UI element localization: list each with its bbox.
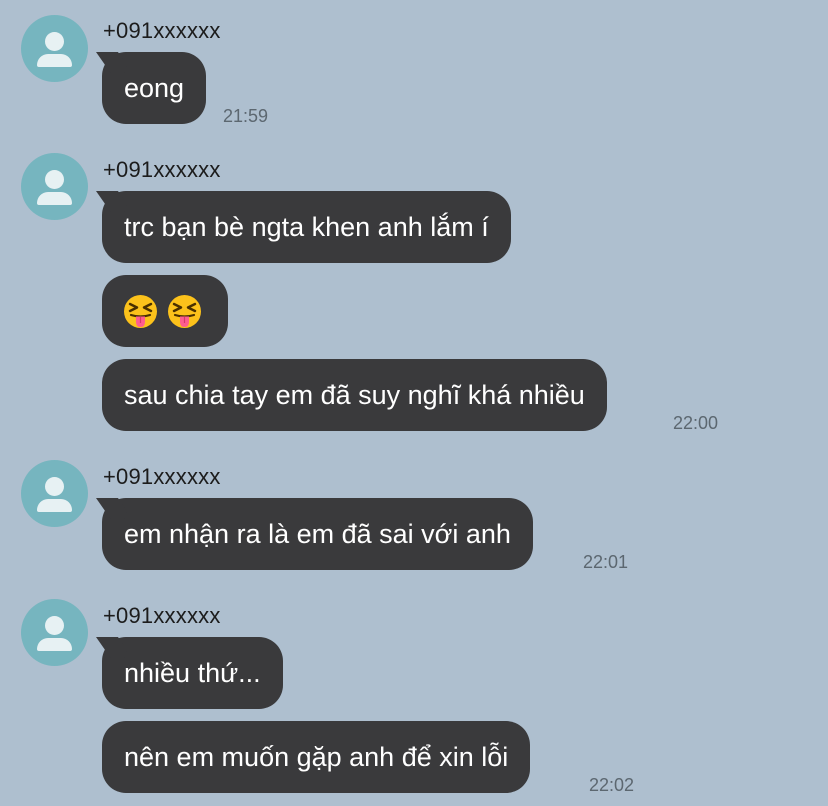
avatar[interactable]: [21, 153, 88, 220]
message-bubble[interactable]: trc bạn bè ngta khen anh lắm í: [102, 191, 511, 263]
squinting-face-with-tongue-icon: [123, 294, 158, 329]
message-bubble[interactable]: sau chia tay em đã suy nghĩ khá nhiều: [102, 359, 607, 431]
message-time: 22:00: [673, 413, 719, 433]
message-bubble[interactable]: nên em muốn gặp anh để xin lỗi: [102, 721, 531, 793]
message-bubble[interactable]: nhiều thứ...: [102, 637, 283, 709]
sender-name: +091xxxxxx: [103, 603, 221, 628]
squinting-face-with-tongue-icon: [167, 294, 202, 329]
message-bubble[interactable]: em nhận ra là em đã sai với anh: [102, 498, 533, 570]
message-bubble[interactable]: eong: [102, 52, 207, 124]
sender-name: +091xxxxxx: [103, 157, 221, 182]
avatar[interactable]: [21, 15, 88, 82]
message-time: 21:59: [223, 106, 269, 126]
avatar-person-icon: [45, 616, 64, 635]
emoji-message-bubble[interactable]: [102, 275, 228, 347]
avatar-person-icon: [45, 32, 64, 51]
chat-thread: +091xxxxxx eong 21:59 +091xxxxxx trc bạn…: [0, 0, 828, 806]
avatar-person-icon: [45, 477, 64, 496]
message-time: 22:02: [589, 775, 635, 795]
message-time: 22:01: [583, 552, 629, 572]
sender-name: +091xxxxxx: [103, 464, 221, 489]
avatar[interactable]: [21, 599, 88, 666]
avatar-person-icon: [45, 170, 64, 189]
sender-name: +091xxxxxx: [103, 18, 221, 43]
avatar[interactable]: [21, 460, 88, 527]
